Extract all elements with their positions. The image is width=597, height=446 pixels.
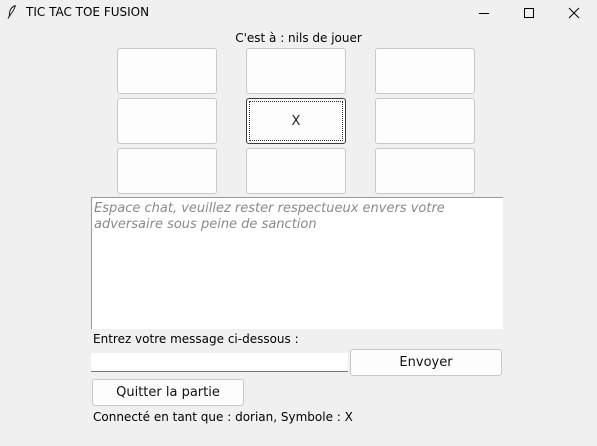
board-cell-0-2[interactable] [375, 48, 475, 94]
board-cell-2-2[interactable] [375, 148, 475, 194]
title-bar: TIC TAC TOE FUSION [0, 0, 597, 26]
board-cell-1-0[interactable] [117, 98, 217, 144]
turn-indicator: C'est à : nils de jouer [235, 31, 362, 45]
minimize-button[interactable] [461, 0, 506, 26]
maximize-button[interactable] [506, 0, 551, 26]
board-cell-0-1[interactable] [246, 48, 346, 94]
close-icon [568, 7, 579, 19]
minimize-icon [478, 13, 489, 14]
board-cell-2-0[interactable] [117, 148, 217, 194]
close-button[interactable] [551, 0, 596, 26]
board-cell-0-0[interactable] [117, 48, 217, 94]
feather-icon [7, 5, 16, 19]
chat-area[interactable]: Espace chat, veuillez rester respectueux… [91, 197, 503, 329]
message-input[interactable] [91, 353, 348, 372]
board-cell-1-1[interactable]: X [246, 98, 346, 144]
connection-status: Connecté en tant que : dorian, Symbole :… [93, 410, 353, 424]
board-cell-2-1[interactable] [246, 148, 346, 194]
window-title: TIC TAC TOE FUSION [26, 5, 150, 19]
send-button[interactable]: Envoyer [350, 349, 502, 376]
message-prompt-label: Entrez votre message ci-dessous : [93, 332, 299, 346]
quit-game-button[interactable]: Quitter la partie [92, 379, 244, 406]
maximize-icon [523, 8, 534, 18]
board-cell-1-2[interactable] [375, 98, 475, 144]
